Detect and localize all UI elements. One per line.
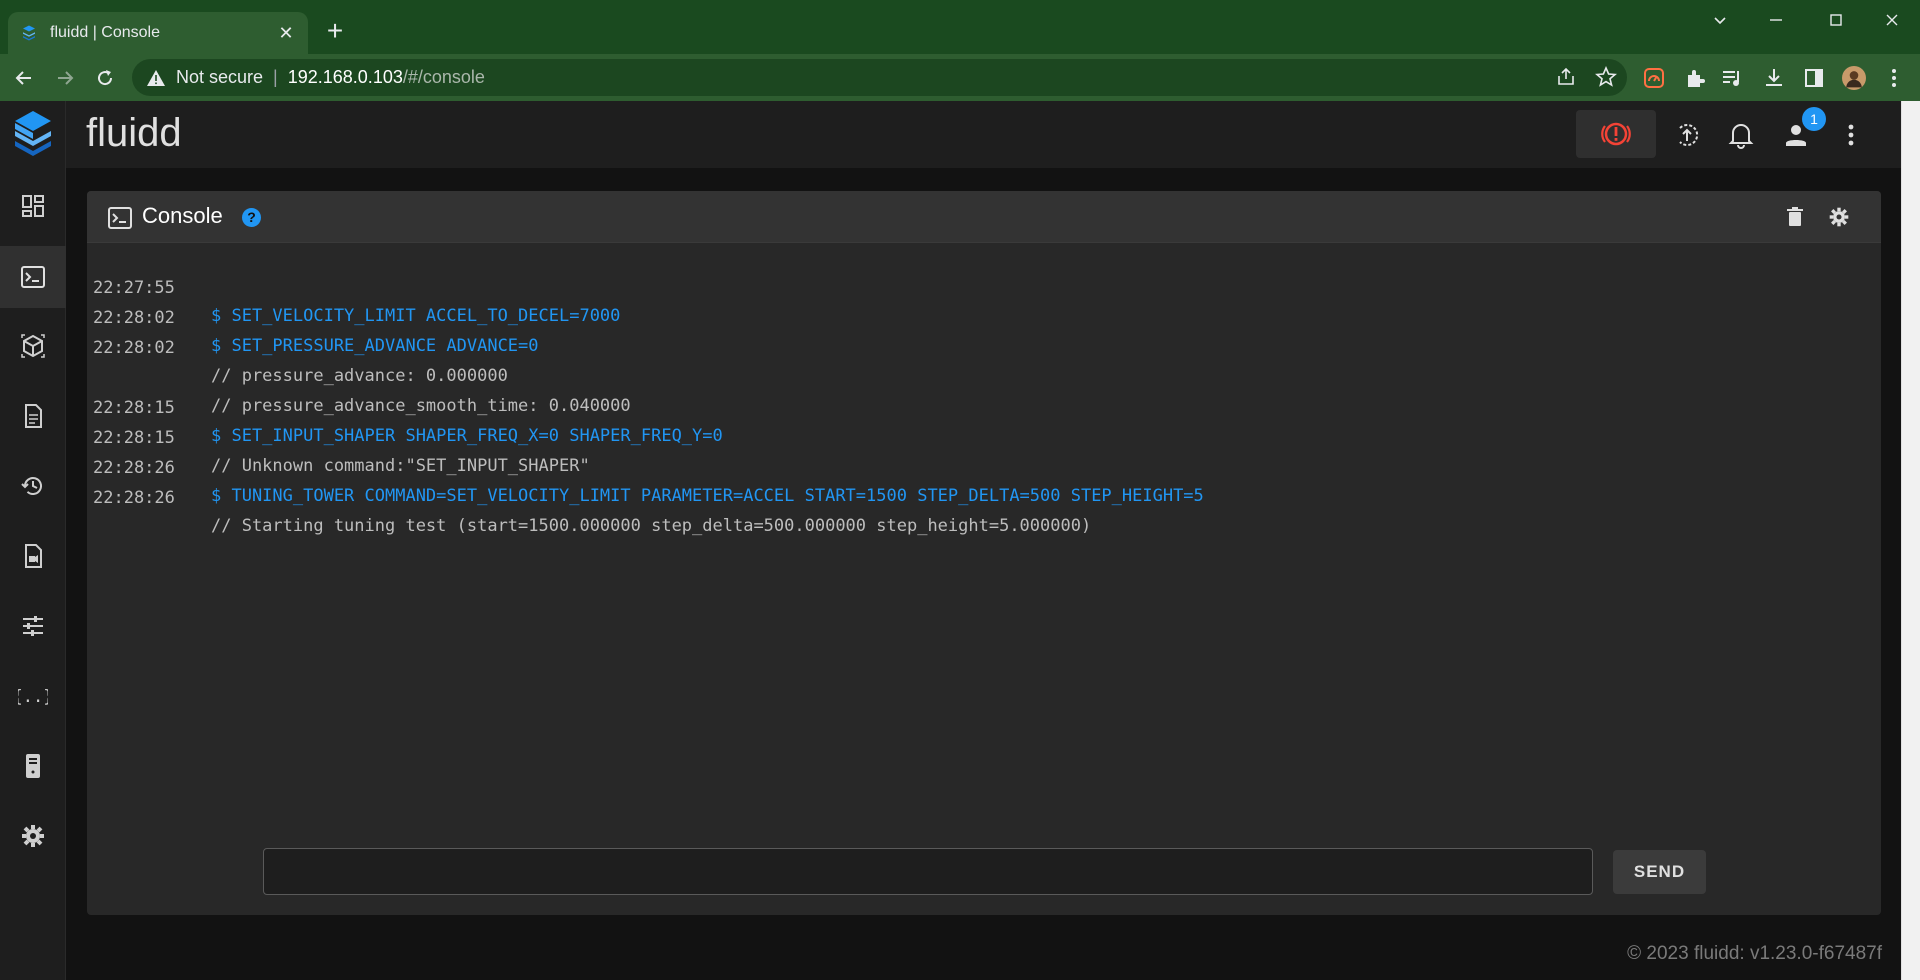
entry-timestamp: 22:28:26 [93, 488, 175, 508]
sidebar-item-printer-view[interactable] [0, 315, 66, 377]
emergency-stop-icon [1601, 122, 1631, 146]
extension-speedometer-icon[interactable] [1642, 66, 1666, 90]
tab-search-icon[interactable] [1696, 0, 1744, 40]
entry-command[interactable]: $ SET_PRESSURE_ADVANCE ADVANCE=0 [211, 332, 539, 360]
console-entry: // pressure_advance_smooth_time: 0.04000… [93, 336, 631, 416]
code-braces-icon: {..} [18, 687, 48, 707]
bookmark-star-icon[interactable] [1595, 66, 1617, 88]
tune-icon [23, 616, 43, 636]
server-icon [26, 754, 40, 778]
file-document-icon [25, 404, 42, 428]
cube-icon [21, 334, 45, 358]
entry-response: // pressure_advance_smooth_time: 0.04000… [211, 396, 631, 416]
profile-avatar-icon[interactable] [1842, 66, 1866, 90]
sidebar-item-timelapse[interactable] [0, 525, 66, 587]
sidebar-item-configuration[interactable]: {..} [0, 665, 66, 727]
reload-icon[interactable] [90, 63, 120, 93]
console-log: 22:27:55 $ SET_VELOCITY_LIMIT ACCEL_TO_D… [87, 246, 1881, 806]
gear-icon [22, 825, 44, 847]
browser-tab-strip: fluidd | Console ✕ + [0, 0, 1920, 54]
fluidd-logo-icon[interactable] [12, 109, 54, 159]
close-window-icon[interactable] [1868, 0, 1916, 40]
app-menu-icon[interactable] [1836, 120, 1866, 150]
extensions-puzzle-icon[interactable] [1683, 66, 1707, 90]
console-entry: 22:28:26 // Starting tuning test (start=… [93, 456, 1091, 536]
address-bar[interactable]: Not secure | 192.168.0.103 /#/console [132, 59, 1627, 96]
svg-text:{..}: {..} [18, 687, 48, 707]
back-icon[interactable] [9, 63, 39, 93]
console-entry: 22:28:15 // Unknown command:"SET_INPUT_S… [93, 396, 590, 476]
forward-icon[interactable] [50, 63, 80, 93]
security-label[interactable]: Not secure [176, 67, 263, 88]
minimize-icon[interactable] [1752, 0, 1800, 40]
notifications-bell-icon[interactable] [1726, 120, 1756, 150]
footer-version: © 2023 fluidd: v1.23.0-f67487f [1627, 943, 1882, 964]
console-entry: 22:27:55 $ SET_VELOCITY_LIMIT ACCEL_TO_D… [93, 246, 620, 326]
url-path: /#/console [402, 67, 485, 87]
console-entry: 22:28:26 $ TUNING_TOWER COMMAND=SET_VELO… [93, 426, 1204, 506]
console-title: Console [142, 203, 223, 228]
console-card-header: Console ? [87, 191, 1881, 243]
sidebar-item-settings[interactable] [0, 805, 66, 867]
sidebar-item-system[interactable] [0, 735, 66, 797]
tab-title: fluidd | Console [50, 24, 160, 41]
browser-toolbar: Not secure | 192.168.0.103 /#/console [0, 54, 1920, 101]
side-panel-icon[interactable] [1802, 66, 1826, 90]
console-settings-gear-icon[interactable] [1827, 205, 1851, 229]
console-entry: 22:28:15 $ SET_INPUT_SHAPER SHAPER_FREQ_… [93, 366, 723, 446]
sidebar-item-dashboard[interactable] [0, 175, 66, 237]
sidebar-item-jobs[interactable] [0, 385, 66, 447]
sidebar: {..} [0, 101, 66, 980]
console-entry: 22:28:02 $ SET_PRESSURE_ADVANCE ADVANCE=… [93, 276, 539, 356]
user-account-icon[interactable] [1781, 120, 1811, 150]
url-separator: | [273, 67, 278, 87]
entry-response: // Starting tuning test (start=1500.0000… [211, 516, 1092, 536]
console-entry: 22:28:02 // pressure_advance: 0.000000 [93, 306, 508, 386]
send-button[interactable]: SEND [1613, 850, 1706, 894]
console-command-input[interactable] [263, 848, 1593, 895]
close-tab-icon[interactable]: ✕ [276, 23, 296, 43]
console-icon [108, 207, 132, 229]
fluidd-favicon-icon [23, 25, 35, 41]
upload-print-icon[interactable] [1672, 120, 1702, 150]
sidebar-item-history[interactable] [0, 455, 66, 517]
maximize-icon[interactable] [1812, 0, 1860, 40]
new-tab-icon[interactable]: + [320, 16, 350, 46]
browser-tab-active[interactable]: fluidd | Console ✕ [8, 12, 308, 54]
emergency-stop-button[interactable] [1576, 110, 1656, 158]
dashboard-icon [22, 195, 44, 217]
clear-console-trash-icon[interactable] [1783, 205, 1807, 229]
fluidd-app: {..} fluidd 1 Console ? [0, 101, 1901, 980]
warning-icon [147, 69, 165, 86]
url-host: 192.168.0.103 [287, 67, 403, 87]
entry-response: // Unknown command:"SET_INPUT_SHAPER" [211, 456, 590, 476]
entry-command[interactable]: $ SET_VELOCITY_LIMIT ACCEL_TO_DECEL=7000 [211, 302, 620, 330]
page-scrollbar[interactable] [1901, 101, 1920, 980]
media-queue-icon[interactable] [1720, 66, 1744, 90]
sidebar-item-console[interactable] [0, 246, 66, 308]
video-file-icon [25, 544, 42, 568]
history-icon [21, 477, 42, 495]
app-bar: fluidd 1 [66, 101, 1901, 168]
entry-command[interactable]: $ SET_INPUT_SHAPER SHAPER_FREQ_X=0 SHAPE… [211, 422, 723, 450]
browser-menu-icon[interactable] [1882, 66, 1906, 90]
console-icon [21, 266, 45, 288]
sidebar-item-tune[interactable] [0, 595, 66, 657]
entry-response: // pressure_advance: 0.000000 [211, 366, 508, 386]
share-icon[interactable] [1555, 66, 1577, 88]
app-brand[interactable]: fluidd [86, 111, 182, 156]
console-card: Console ? 22:27:55 $ SET_VELOCITY_LIMIT … [87, 191, 1881, 915]
entry-command[interactable]: $ TUNING_TOWER COMMAND=SET_VELOCITY_LIMI… [211, 482, 1204, 510]
download-icon[interactable] [1762, 66, 1786, 90]
help-icon[interactable]: ? [242, 208, 261, 227]
